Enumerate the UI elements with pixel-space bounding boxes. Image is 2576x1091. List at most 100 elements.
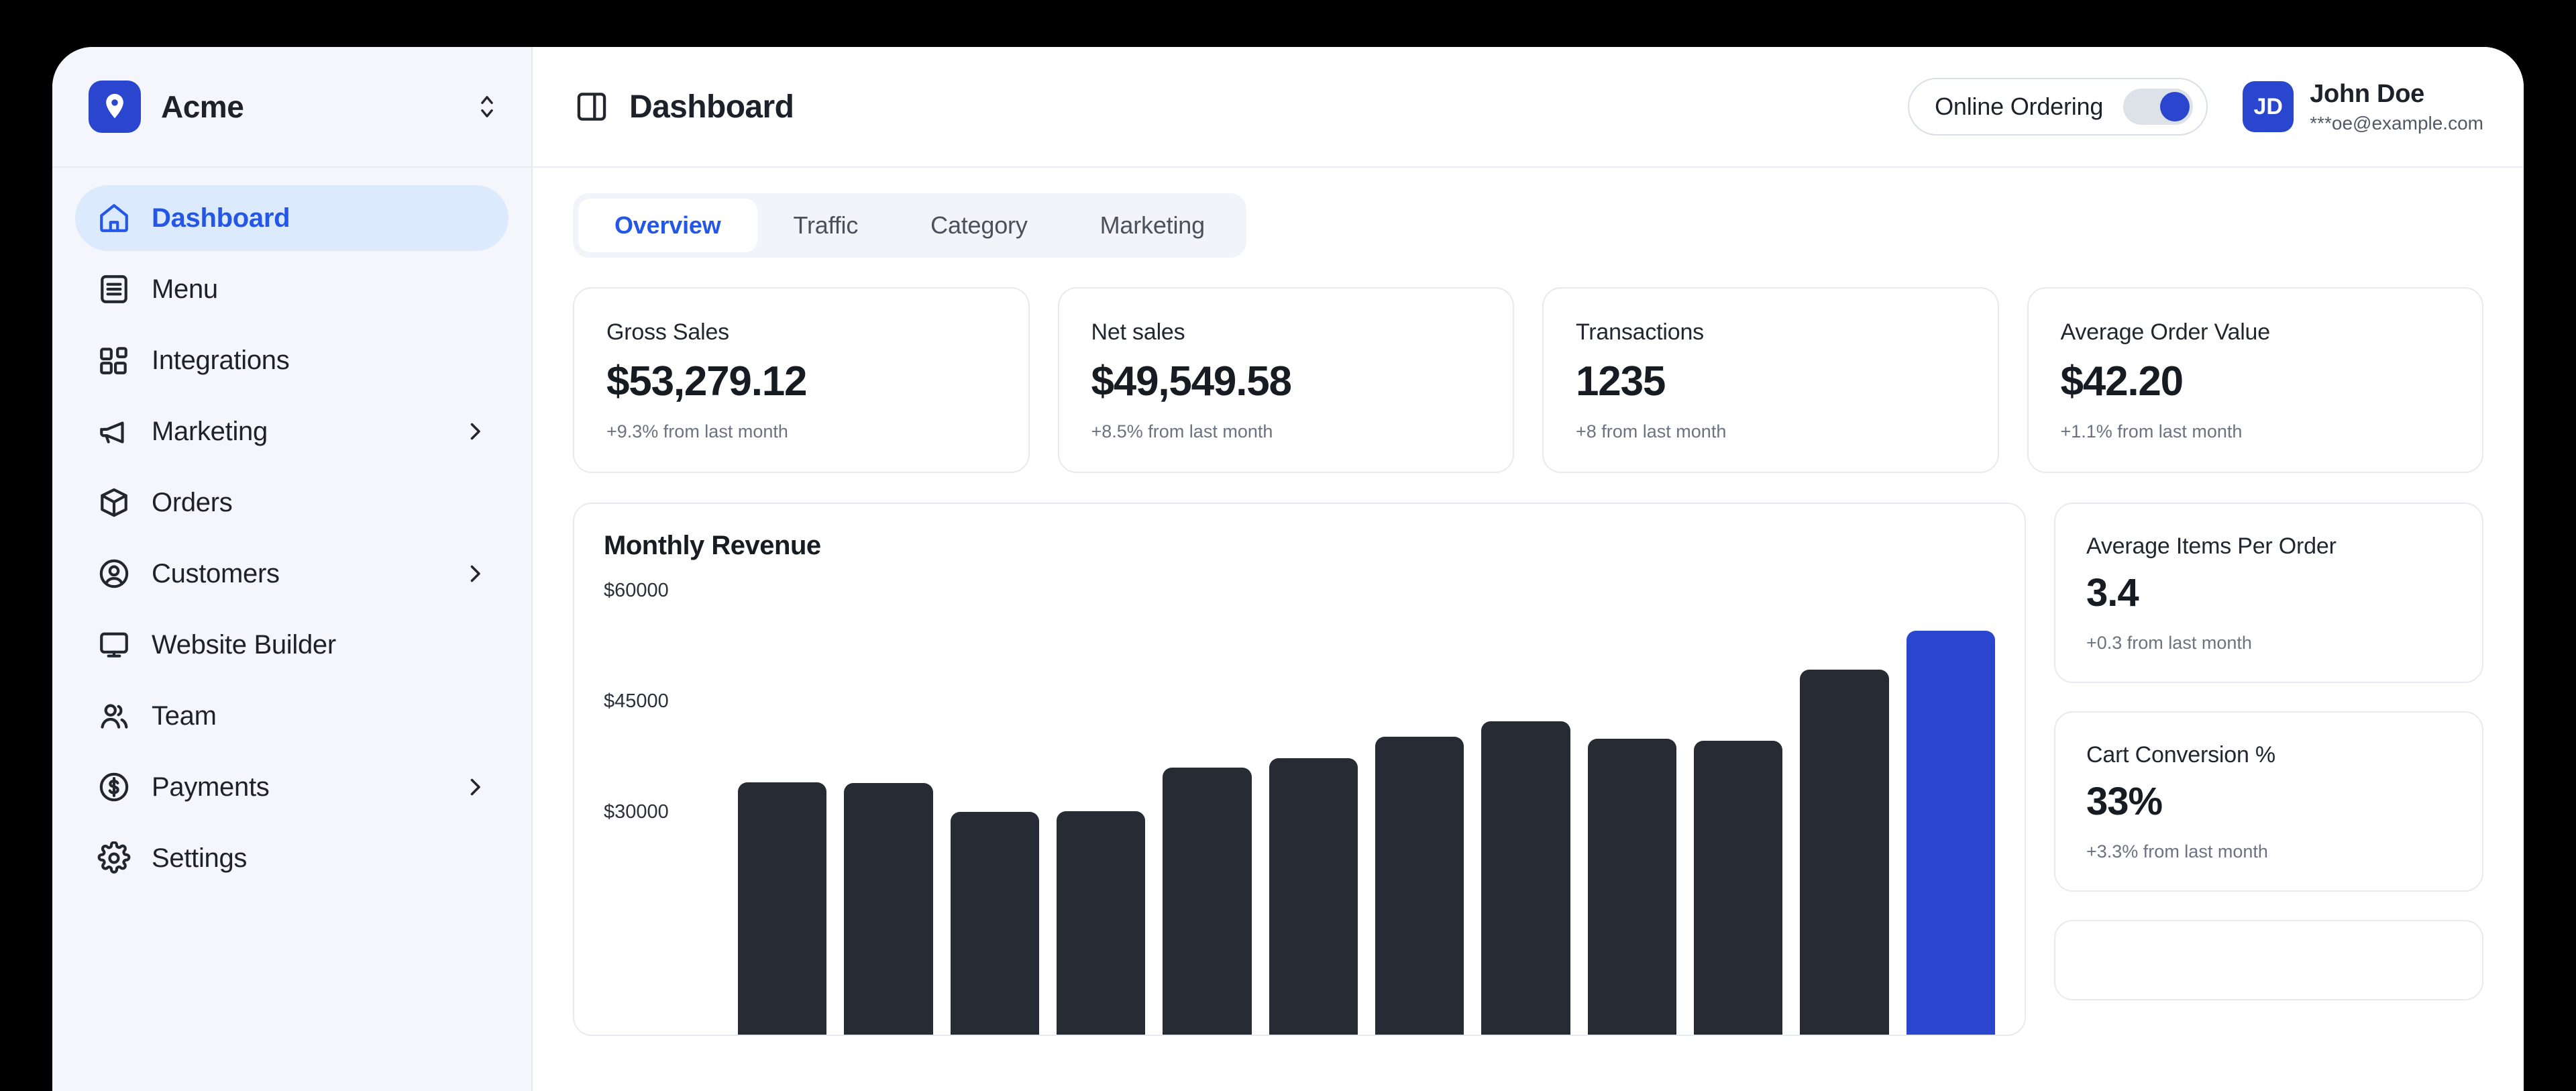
kpi-delta: +8 from last month	[1576, 421, 1727, 441]
chart-y-tick: $60000	[604, 580, 669, 601]
monitor-icon	[95, 626, 133, 664]
chart-bar[interactable]	[738, 782, 827, 1035]
sidebar-item-label: Website Builder	[152, 629, 336, 660]
metric-card-average-items-per-order: Average Items Per Order 3.4 +0.3 from la…	[2054, 503, 2483, 683]
box-icon	[95, 484, 133, 521]
sidebar: Acme Dashboard Menu Integrations Marketi…	[52, 47, 533, 1091]
brand-name: Acme	[161, 89, 244, 124]
sidebar-item-label: Payments	[152, 772, 270, 802]
dollar-circle-icon	[95, 768, 133, 806]
metric-card-cart-conversion: Cart Conversion % 33% +3.3% from last mo…	[2054, 711, 2483, 892]
brand-switcher[interactable]: Acme	[52, 47, 531, 168]
chevron-right-icon[interactable]	[463, 419, 487, 444]
tab-category[interactable]: Category	[894, 199, 1063, 252]
sidebar-item-label: Orders	[152, 487, 233, 517]
page-title: Dashboard	[629, 89, 794, 125]
main-area: Dashboard Online Ordering JD John Doe **…	[533, 47, 2524, 1091]
chart-bar[interactable]	[844, 783, 933, 1035]
chart-body: $60000 $45000 $30000	[604, 580, 1995, 1035]
user-menu[interactable]: JD John Doe ***oe@example.com	[2243, 80, 2483, 134]
sidebar-item-label: Menu	[152, 274, 218, 304]
toggle-knob	[2160, 92, 2190, 121]
home-icon	[95, 199, 133, 237]
sidebar-item-label: Marketing	[152, 416, 268, 446]
chart-bar[interactable]	[1375, 737, 1464, 1035]
chart-bar[interactable]	[1269, 758, 1358, 1035]
kpi-card-average-order-value: Average Order Value $42.20 +1.1% from la…	[2027, 287, 2483, 473]
metric-value: 33%	[2086, 780, 2163, 823]
chevron-right-icon[interactable]	[463, 562, 487, 586]
chevron-up-down-icon[interactable]	[474, 89, 500, 125]
toggle-switch[interactable]	[2123, 89, 2194, 125]
sidebar-item-team[interactable]: Team	[75, 683, 508, 749]
kpi-delta: +9.3% from last month	[606, 421, 788, 441]
user-circle-icon	[95, 555, 133, 592]
kpi-row: Gross Sales $53,279.12 +9.3% from last m…	[573, 287, 2483, 473]
chart-title: Monthly Revenue	[604, 531, 821, 560]
kpi-value: $42.20	[2060, 358, 2184, 405]
dashboard-tabs: Overview Traffic Category Marketing	[573, 193, 1246, 258]
sidebar-item-label: Team	[152, 700, 217, 731]
sidebar-item-label: Settings	[152, 843, 248, 873]
kpi-label: Average Order Value	[2060, 319, 2271, 345]
sidebar-item-orders[interactable]: Orders	[75, 470, 508, 535]
sidebar-item-website-builder[interactable]: Website Builder	[75, 612, 508, 678]
chart-plot-area	[738, 592, 1995, 1035]
chart-y-axis: $60000 $45000 $30000	[604, 580, 738, 1035]
metric-label: Average Items Per Order	[2086, 533, 2337, 559]
app-screen: Acme Dashboard Menu Integrations Marketi…	[52, 47, 2524, 1091]
chart-bar[interactable]	[1056, 811, 1146, 1035]
sidebar-item-payments[interactable]: Payments	[75, 754, 508, 820]
chevron-right-icon[interactable]	[463, 775, 487, 799]
user-info: John Doe ***oe@example.com	[2310, 80, 2483, 134]
kpi-label: Gross Sales	[606, 319, 729, 345]
sidebar-panel-icon[interactable]	[573, 88, 610, 125]
sidebar-item-menu[interactable]: Menu	[75, 256, 508, 322]
kpi-card-net-sales: Net sales $49,549.58 +8.5% from last mon…	[1057, 287, 1514, 473]
user-email: ***oe@example.com	[2310, 112, 2483, 134]
tab-traffic[interactable]: Traffic	[757, 199, 895, 252]
metric-label: Cart Conversion %	[2086, 742, 2275, 768]
sidebar-item-dashboard[interactable]: Dashboard	[75, 185, 508, 251]
monthly-revenue-chart-card: Monthly Revenue $60000 $45000 $30000	[573, 503, 2026, 1036]
kpi-label: Transactions	[1576, 319, 1704, 345]
metric-delta: +0.3 from last month	[2086, 633, 2252, 653]
avatar: JD	[2243, 81, 2294, 132]
megaphone-icon	[95, 413, 133, 450]
kpi-value: $49,549.58	[1091, 358, 1293, 405]
dashboard-content: Overview Traffic Category Marketing Gros…	[533, 168, 2524, 1091]
chart-bar[interactable]	[1906, 630, 1995, 1035]
kpi-value: $53,279.12	[606, 358, 808, 405]
kpi-delta: +1.1% from last month	[2060, 421, 2243, 441]
users-icon	[95, 697, 133, 735]
metric-value: 3.4	[2086, 571, 2139, 615]
sidebar-item-marketing[interactable]: Marketing	[75, 399, 508, 464]
kpi-card-gross-sales: Gross Sales $53,279.12 +9.3% from last m…	[573, 287, 1030, 473]
sidebar-item-customers[interactable]: Customers	[75, 541, 508, 607]
sidebar-item-integrations[interactable]: Integrations	[75, 327, 508, 393]
map-pin-icon	[89, 81, 141, 133]
online-ordering-toggle[interactable]: Online Ordering	[1908, 78, 2208, 136]
sidebar-item-settings[interactable]: Settings	[75, 825, 508, 891]
chart-bar[interactable]	[950, 812, 1039, 1035]
metric-delta: +3.3% from last month	[2086, 841, 2268, 862]
chart-y-tick: $45000	[604, 690, 669, 712]
chart-bar[interactable]	[1800, 669, 1889, 1035]
kpi-label: Net sales	[1091, 319, 1185, 345]
tab-marketing[interactable]: Marketing	[1064, 199, 1241, 252]
sidebar-item-label: Integrations	[152, 345, 290, 375]
tab-overview[interactable]: Overview	[578, 199, 757, 252]
online-ordering-label: Online Ordering	[1935, 93, 2104, 120]
device-frame: Acme Dashboard Menu Integrations Marketi…	[0, 0, 2576, 1091]
sidebar-nav: Dashboard Menu Integrations Marketing Or…	[52, 168, 531, 896]
chart-bar[interactable]	[1587, 739, 1676, 1035]
top-bar: Dashboard Online Ordering JD John Doe **…	[533, 47, 2524, 168]
chart-bar[interactable]	[1163, 768, 1252, 1035]
chart-bar[interactable]	[1481, 721, 1570, 1035]
document-list-icon	[95, 270, 133, 308]
chart-bar[interactable]	[1693, 740, 1783, 1035]
side-metric-column: Average Items Per Order 3.4 +0.3 from la…	[2054, 503, 2483, 1036]
sidebar-item-label: Dashboard	[152, 203, 290, 233]
metric-card-partial	[2054, 920, 2483, 1000]
kpi-delta: +8.5% from last month	[1091, 421, 1273, 441]
